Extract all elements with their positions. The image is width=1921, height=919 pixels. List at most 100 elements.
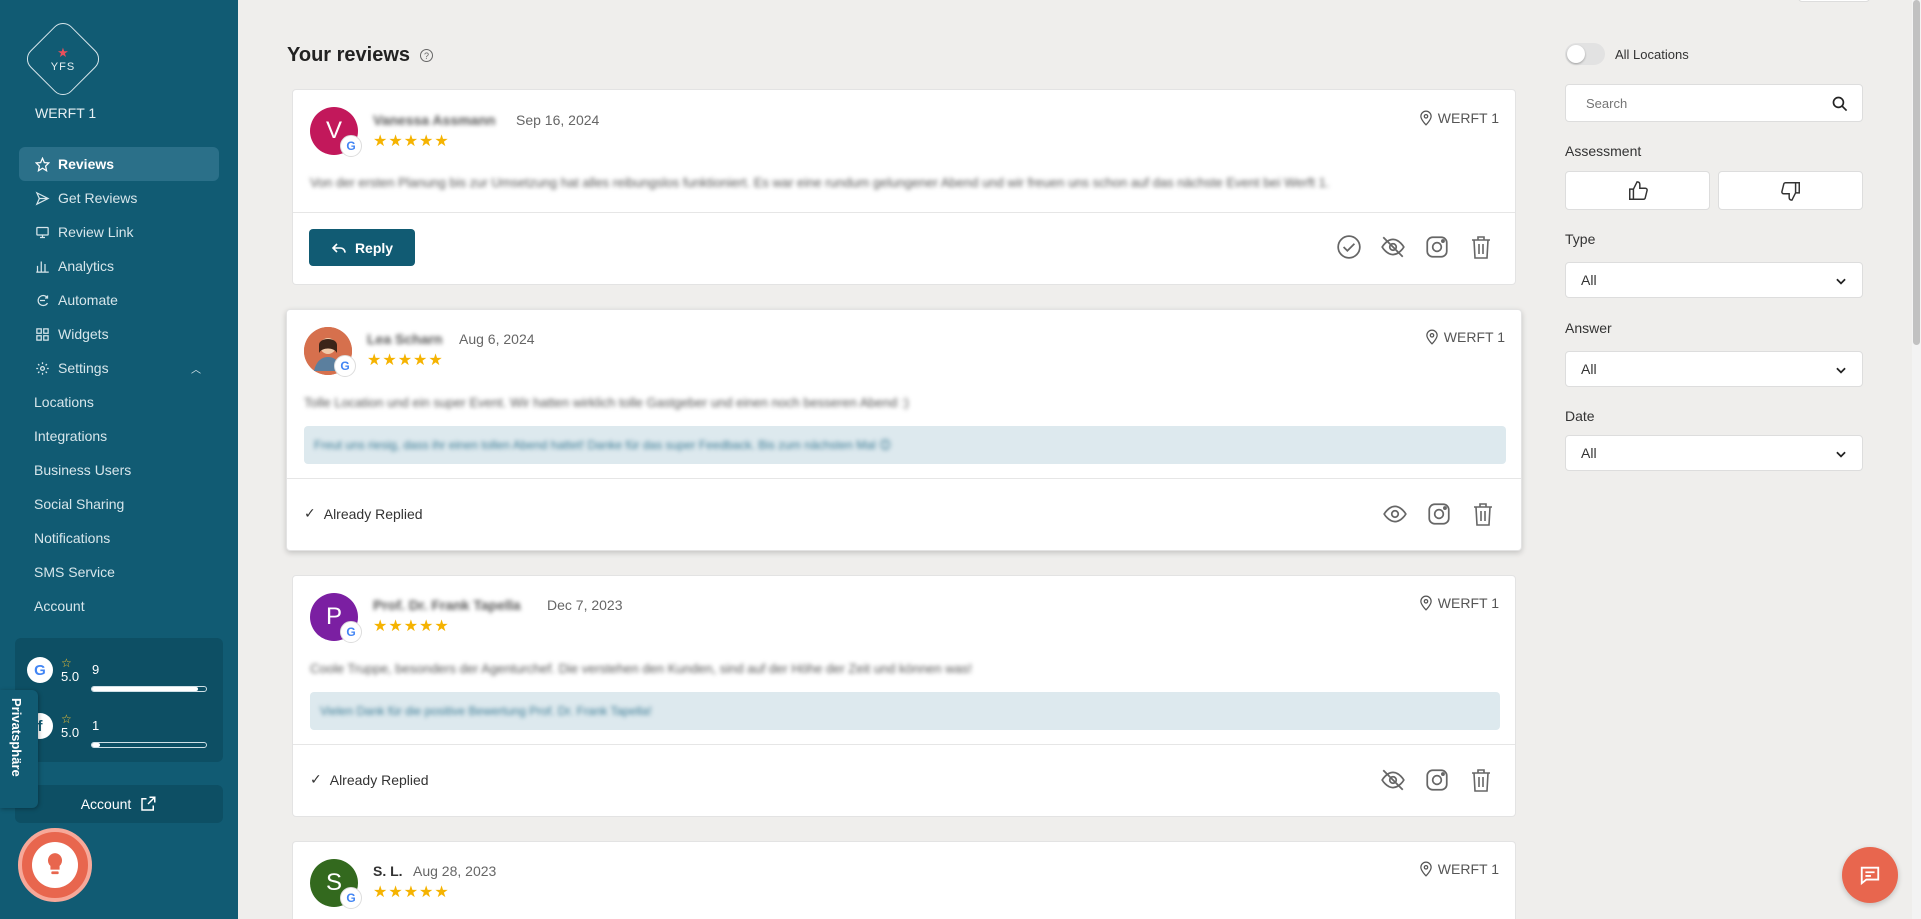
sidebar-item-settings[interactable]: Settings ︿: [19, 351, 219, 385]
other-progress-fill: [92, 743, 100, 747]
hide-icon[interactable]: [1379, 233, 1407, 261]
review-location: WERFT 1: [1425, 329, 1505, 345]
thumbs-down-button[interactable]: [1718, 171, 1863, 210]
avatar: S G: [310, 859, 362, 909]
chevron-down-icon: [1836, 278, 1846, 285]
already-replied-status: ✓ Already Replied: [304, 505, 423, 522]
sidebar-item-account[interactable]: Account: [19, 589, 219, 623]
review-text: Von der ersten Planung bis zur Umsetzung…: [310, 175, 1330, 190]
sidebar-item-label: Locations: [34, 394, 94, 410]
google-score: ☆ 5.0: [61, 656, 79, 684]
top-action-button[interactable]: [1798, 0, 1870, 2]
answer-select[interactable]: All: [1565, 351, 1863, 387]
star-icon: ☆: [61, 712, 72, 726]
account-button[interactable]: Account: [15, 785, 223, 823]
chat-button[interactable]: [1842, 847, 1898, 903]
idea-button[interactable]: [18, 828, 92, 902]
sidebar-item-label: Reviews: [58, 156, 115, 172]
lightbulb-icon: [32, 842, 78, 888]
other-score: ☆ 5.0: [61, 712, 79, 740]
review-date: Aug 6, 2024: [459, 331, 535, 347]
scrollbar[interactable]: [1912, 0, 1921, 919]
check-icon: ✓: [310, 771, 322, 787]
check-icon: ✓: [304, 505, 316, 521]
instagram-icon[interactable]: [1425, 500, 1453, 528]
star-rating: ★★★★★: [367, 352, 444, 369]
logo[interactable]: ★ YFS: [36, 32, 90, 86]
hide-icon[interactable]: [1379, 766, 1407, 794]
sidebar-item-automate[interactable]: Automate: [19, 283, 219, 317]
instagram-icon[interactable]: [1423, 766, 1451, 794]
review-location-text: WERFT 1: [1443, 329, 1505, 345]
instagram-icon[interactable]: [1423, 233, 1451, 261]
thumbs-down-icon: [1780, 181, 1800, 201]
avatar-initial: V: [325, 117, 342, 144]
type-select[interactable]: All: [1565, 262, 1863, 298]
owner-reply-text: Vielen Dank für die positive Bewertung P…: [320, 704, 652, 718]
sidebar-item-integrations[interactable]: Integrations: [19, 419, 219, 453]
sidebar-item-label: Integrations: [34, 428, 108, 444]
location-pin-icon: [1420, 110, 1432, 126]
location-pin-icon: [1426, 329, 1438, 345]
logo-star-icon: ★: [57, 44, 69, 60]
page-title: Your reviews ?: [287, 44, 434, 67]
other-score-value: 5.0: [61, 725, 80, 740]
sidebar-item-get-reviews[interactable]: Get Reviews: [19, 181, 219, 215]
sidebar-item-notifications[interactable]: Notifications: [19, 521, 219, 555]
trash-icon[interactable]: [1467, 233, 1495, 261]
sidebar-item-label: Social Sharing: [34, 496, 125, 512]
review-text: Coole Truppe, besonders der Agenturchef.…: [310, 661, 972, 676]
sidebar-item-label: Analytics: [58, 258, 115, 274]
review-actions: [1335, 233, 1495, 261]
type-select-value: All: [1581, 272, 1597, 288]
widgets-icon: [34, 326, 50, 342]
already-replied-label: Already Replied: [323, 505, 423, 522]
assessment-label: Assessment: [1565, 143, 1642, 159]
search-input[interactable]: [1566, 85, 1806, 121]
date-select[interactable]: All: [1565, 435, 1863, 471]
chat-icon: [1860, 866, 1880, 886]
other-count: 1: [92, 718, 100, 733]
review-actions: [1381, 500, 1497, 528]
scrollbar-thumb[interactable]: [1913, 0, 1920, 345]
avatar-initial: S: [325, 869, 342, 896]
trash-icon[interactable]: [1469, 500, 1497, 528]
trash-icon[interactable]: [1467, 766, 1495, 794]
google-icon: G: [340, 887, 362, 909]
sidebar-item-social-sharing[interactable]: Social Sharing: [19, 487, 219, 521]
chevron-up-icon[interactable]: ︿: [191, 361, 201, 376]
sidebar-item-review-link[interactable]: Review Link: [19, 215, 219, 249]
owner-reply: Vielen Dank für die positive Bewertung P…: [310, 692, 1500, 730]
eye-icon[interactable]: [1381, 500, 1409, 528]
already-replied-label: Already Replied: [329, 771, 429, 788]
company-name: WERFT 1: [35, 105, 97, 121]
approve-icon[interactable]: [1335, 233, 1363, 261]
avatar: G: [304, 327, 356, 377]
sidebar-item-reviews[interactable]: Reviews: [19, 147, 219, 181]
sidebar-item-sms-service[interactable]: SMS Service: [19, 555, 219, 589]
star-rating: ★★★★★: [373, 618, 450, 635]
toggle-knob: [1567, 45, 1585, 63]
help-icon[interactable]: ?: [420, 49, 434, 62]
review-date: Dec 7, 2023: [547, 597, 623, 613]
all-locations-toggle[interactable]: [1565, 43, 1605, 65]
sidebar-item-analytics[interactable]: Analytics: [19, 249, 219, 283]
sidebar-nav: Reviews Get Reviews Review Link Analytic…: [19, 147, 219, 623]
google-stat-row: G ☆ 5.0: [27, 656, 79, 684]
search-field: [1565, 84, 1863, 122]
reply-button[interactable]: Reply: [309, 229, 415, 266]
thumbs-up-button[interactable]: [1565, 171, 1710, 210]
star-icon: [34, 156, 50, 172]
logo-text: YFS: [50, 60, 76, 73]
privacy-tab[interactable]: Privatsphäre: [0, 690, 38, 808]
search-icon[interactable]: [1831, 95, 1848, 112]
avatar: V G: [310, 107, 362, 157]
sidebar-item-label: Settings: [58, 360, 109, 376]
sidebar-item-business-users[interactable]: Business Users: [19, 453, 219, 487]
sidebar-item-locations[interactable]: Locations: [19, 385, 219, 419]
chevron-down-icon: [1836, 451, 1846, 458]
owner-reply: Freut uns riesig, dass ihr einen tollen …: [304, 426, 1506, 464]
sidebar-item-widgets[interactable]: Widgets: [19, 317, 219, 351]
sidebar-item-label: Notifications: [34, 530, 111, 546]
sidebar-item-label: Automate: [58, 292, 118, 308]
